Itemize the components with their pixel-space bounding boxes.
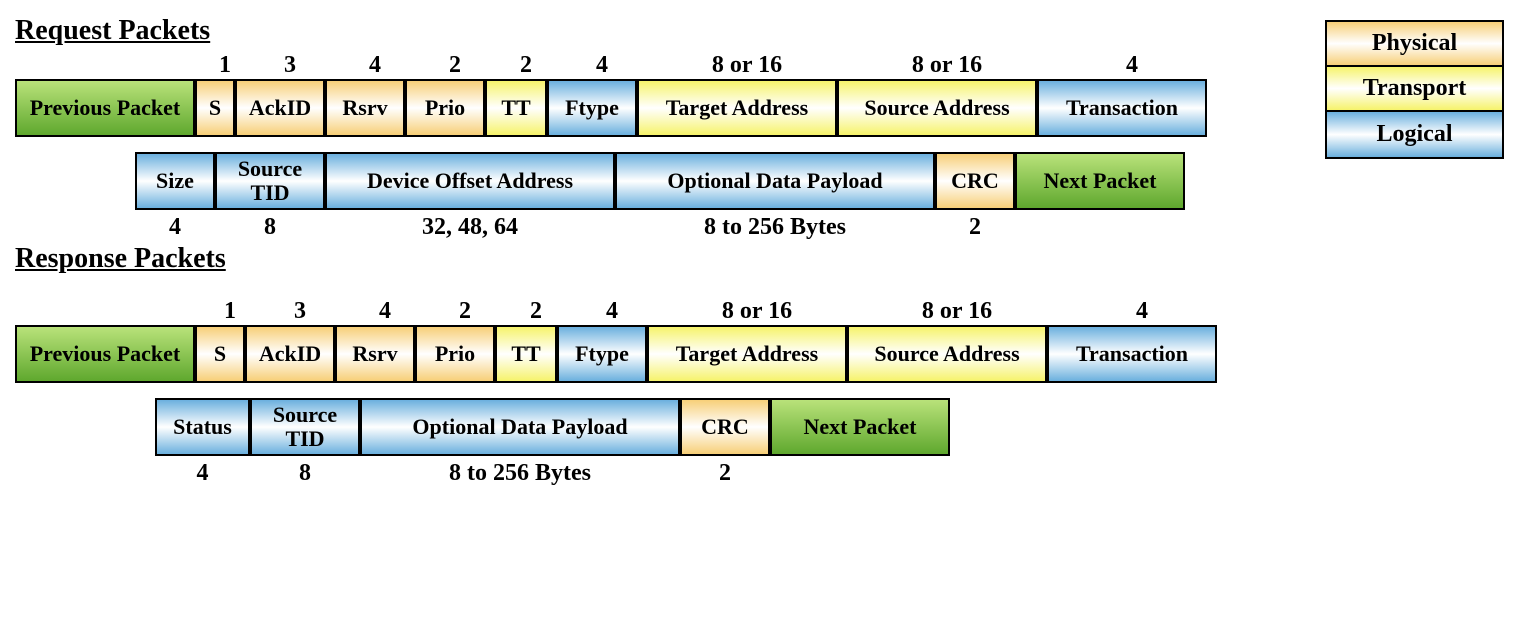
size-label: 4 (1057, 298, 1227, 325)
size-label: 8 (215, 214, 325, 241)
request-row2-sizes: 4 8 32, 48, 64 8 to 256 Bytes 2 (135, 214, 1519, 241)
response-row1-sizes: 1 3 4 2 2 4 8 or 16 8 or 16 4 (205, 298, 1519, 325)
size-label: 8 or 16 (647, 52, 847, 79)
field-transaction: Transaction (1037, 79, 1207, 137)
field-payload: Optional Data Payload (360, 398, 680, 456)
field-ackid: AckID (245, 325, 335, 383)
size-label: 8 to 256 Bytes (360, 460, 680, 487)
field-transaction: Transaction (1047, 325, 1217, 383)
legend-physical: Physical (1327, 22, 1502, 67)
field-crc: CRC (680, 398, 770, 456)
field-s: S (195, 325, 245, 383)
field-target-addr: Target Address (637, 79, 837, 137)
size-label: 2 (415, 52, 495, 79)
size-label: 3 (255, 298, 345, 325)
field-prev-packet: Previous Packet (15, 325, 195, 383)
size-label: 4 (345, 298, 425, 325)
field-source-tid: Source TID (215, 152, 325, 210)
size-label: 4 (557, 52, 647, 79)
field-tt: TT (495, 325, 557, 383)
size-label: 1 (205, 298, 255, 325)
size-label: 2 (680, 460, 770, 487)
field-payload: Optional Data Payload (615, 152, 935, 210)
field-rsrv: Rsrv (325, 79, 405, 137)
size-label: 2 (495, 52, 557, 79)
size-label: 8 or 16 (847, 52, 1047, 79)
size-label: 3 (245, 52, 335, 79)
size-label: 8 (250, 460, 360, 487)
field-ackid: AckID (235, 79, 325, 137)
field-tt: TT (485, 79, 547, 137)
size-label: 32, 48, 64 (325, 214, 615, 241)
field-source-addr: Source Address (847, 325, 1047, 383)
response-title: Response Packets (15, 243, 1519, 275)
field-ftype: Ftype (547, 79, 637, 137)
field-prev-packet: Previous Packet (15, 79, 195, 137)
size-label: 8 to 256 Bytes (615, 214, 935, 241)
field-s: S (195, 79, 235, 137)
response-row2: Status Source TID Optional Data Payload … (155, 398, 1519, 456)
field-ftype: Ftype (557, 325, 647, 383)
field-rsrv: Rsrv (335, 325, 415, 383)
size-label: 8 or 16 (857, 298, 1057, 325)
legend-transport: Transport (1327, 67, 1502, 112)
size-label: 4 (1047, 52, 1217, 79)
request-row1: Previous Packet S AckID Rsrv Prio TT Fty… (15, 79, 1519, 137)
size-label: 2 (505, 298, 567, 325)
field-target-addr: Target Address (647, 325, 847, 383)
size-label: 1 (205, 52, 245, 79)
size-label: 4 (135, 214, 215, 241)
field-prio: Prio (405, 79, 485, 137)
field-crc: CRC (935, 152, 1015, 210)
request-row1-sizes: 1 3 4 2 2 4 8 or 16 8 or 16 4 (205, 52, 1519, 79)
field-next-packet: Next Packet (1015, 152, 1185, 210)
size-label: 4 (335, 52, 415, 79)
field-prio: Prio (415, 325, 495, 383)
size-label: 2 (935, 214, 1015, 241)
field-source-tid: Source TID (250, 398, 360, 456)
field-device-offset: Device Offset Address (325, 152, 615, 210)
legend-box: Physical Transport Logical (1325, 20, 1504, 159)
size-label: 4 (155, 460, 250, 487)
size-label: 4 (567, 298, 657, 325)
field-size: Size (135, 152, 215, 210)
response-row2-sizes: 4 8 8 to 256 Bytes 2 (155, 460, 1519, 487)
request-title: Request Packets (15, 15, 1519, 47)
size-label: 8 or 16 (657, 298, 857, 325)
request-row2: Size Source TID Device Offset Address Op… (135, 152, 1519, 210)
response-row1: Previous Packet S AckID Rsrv Prio TT Fty… (15, 325, 1519, 383)
legend-logical: Logical (1327, 112, 1502, 157)
field-next-packet: Next Packet (770, 398, 950, 456)
size-label: 2 (425, 298, 505, 325)
field-source-addr: Source Address (837, 79, 1037, 137)
field-status: Status (155, 398, 250, 456)
